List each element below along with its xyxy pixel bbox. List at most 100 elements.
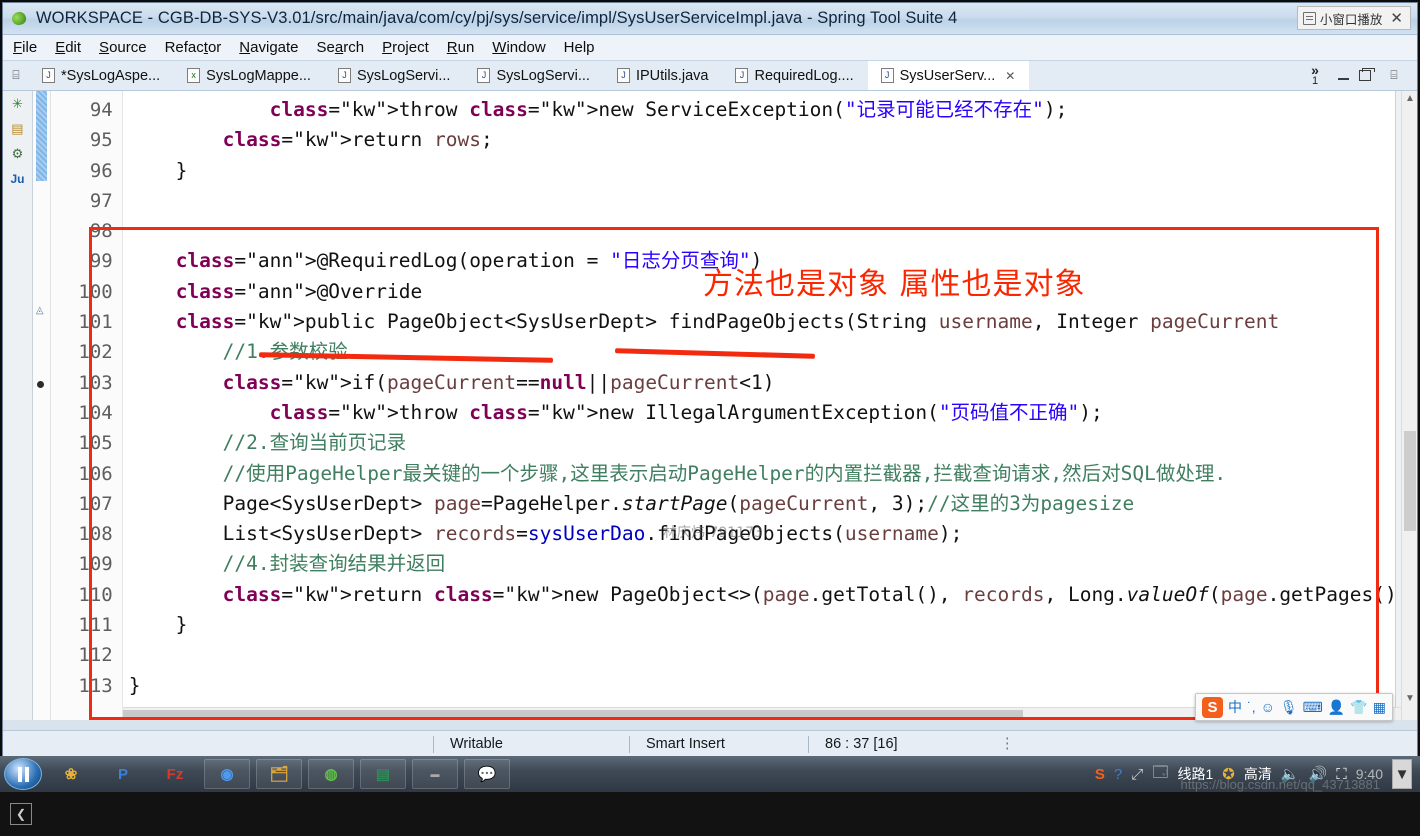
float-window-label: 小窗口播放 xyxy=(1319,12,1383,27)
taskbar-item-explorer[interactable]: 🗂 xyxy=(256,759,302,789)
taskbar-item-pycharm[interactable]: P xyxy=(100,759,146,789)
help-icon[interactable]: ? xyxy=(1114,766,1122,783)
maximize-icon[interactable] xyxy=(1359,68,1375,81)
tab-label: SysLogServi... xyxy=(356,67,451,84)
tab-overflow-button[interactable]: » 1 xyxy=(1302,61,1328,90)
tab-syslogmapper[interactable]: x SysLogMappe... xyxy=(174,61,325,90)
punctuation-icon[interactable]: ˙, xyxy=(1247,699,1256,715)
application-window: WORKSPACE - CGB-DB-SYS-V3.01/src/main/ja… xyxy=(2,2,1418,758)
vertical-scroll-thumb[interactable] xyxy=(1404,431,1416,531)
view-menu-icon[interactable]: ⌸ xyxy=(1381,68,1407,83)
taskbar-item-filezilla[interactable]: Fz xyxy=(152,759,198,789)
filter-icon[interactable]: ⚙ xyxy=(8,145,26,163)
line-number: 94 xyxy=(89,99,113,121)
emoji-icon[interactable]: ☺ xyxy=(1261,699,1275,715)
taskbar-item-app-colorful[interactable]: ❀ xyxy=(48,759,94,789)
tab-syslogserviceimpl[interactable]: J SysLogServi... xyxy=(464,61,604,90)
code-line: class="kw">return class="kw">new PageObj… xyxy=(222,582,1417,606)
code-line: } xyxy=(128,158,188,182)
line-number: 95 xyxy=(89,129,113,152)
fold-collapse-icon[interactable]: ◬ xyxy=(36,305,44,316)
expand-icon[interactable]: ⤢ xyxy=(1131,766,1143,783)
menu-item-search[interactable]: Search xyxy=(317,39,365,56)
line-number: 109 xyxy=(78,553,113,576)
annotation-ruler[interactable]: ◬ xyxy=(32,91,51,720)
scroll-down-icon[interactable]: ▼ xyxy=(1405,693,1415,704)
menu-item-run[interactable]: Run xyxy=(447,39,475,56)
line-number: 101 xyxy=(78,311,113,334)
editor-menu-icon[interactable]: ⌸ xyxy=(3,61,29,90)
java-file-icon: J xyxy=(337,68,351,83)
ime-toolbar[interactable]: S 中 ˙, ☺ 🎙 ⌨ 👤 👕 ▦ xyxy=(1195,693,1393,721)
menu-item-project[interactable]: Project xyxy=(382,39,429,56)
status-insert-mode: Smart Insert xyxy=(646,736,725,752)
tab-close-icon[interactable]: ✕ xyxy=(1005,69,1015,83)
screen-root: WORKSPACE - CGB-DB-SYS-V3.01/src/main/ja… xyxy=(0,0,1420,836)
code-line: //使用PageHelper最关键的一个步骤,这里表示启动PageHelper的… xyxy=(222,461,1227,485)
menu-item-refactor[interactable]: Refactor xyxy=(165,39,222,56)
sogou-icon[interactable]: S xyxy=(1095,766,1105,783)
line-number: 108 xyxy=(78,523,113,546)
windows-start-icon[interactable] xyxy=(4,758,42,790)
code-line: class="kw">throw class="kw">new ServiceE… xyxy=(269,98,1068,121)
search-match-marker xyxy=(35,91,47,181)
menu-item-navigate[interactable]: Navigate xyxy=(239,39,298,56)
line-number: 102 xyxy=(78,341,113,364)
menu-item-help[interactable]: Help xyxy=(564,39,595,56)
user-icon[interactable]: 👤 xyxy=(1328,699,1345,716)
video-player-frame: WORKSPACE - CGB-DB-SYS-V3.01/src/main/ja… xyxy=(0,0,1420,836)
tab-iputils[interactable]: J IPUtils.java xyxy=(604,61,723,90)
spring-leaf-icon xyxy=(11,10,28,27)
taskbar-item-tool[interactable]: ▬ xyxy=(412,759,458,789)
tab-syslogservice[interactable]: J SysLogServi... xyxy=(325,61,465,90)
menu-item-source[interactable]: Source xyxy=(99,39,147,56)
taskbar-item-chrome[interactable]: ◉ xyxy=(204,759,250,789)
menu-bar: File Edit Source Refactor Navigate Searc… xyxy=(3,35,1417,61)
keyboard-icon[interactable]: ⌨ xyxy=(1303,699,1323,716)
code-text-area[interactable]: class="kw">throw class="kw">new ServiceE… xyxy=(122,91,1417,720)
code-line: List<SysUserDept> records=sysUserDao.fin… xyxy=(128,522,963,546)
microphone-icon[interactable]: 🎙 xyxy=(1280,699,1298,716)
scroll-up-icon[interactable]: ▲ xyxy=(1405,93,1415,104)
line-number: 105 xyxy=(78,432,113,455)
tab-requiredlog[interactable]: J RequiredLog.... xyxy=(722,61,867,90)
status-caret-position: 86 : 37 [16] xyxy=(825,736,898,752)
vertical-scrollbar[interactable]: ▲ ▼ xyxy=(1401,91,1417,720)
sogou-icon[interactable]: S xyxy=(1202,696,1224,718)
line-number: 112 xyxy=(78,644,113,667)
ime-mode-label[interactable]: 中 xyxy=(1228,697,1242,717)
float-window-pill[interactable]: 小窗口播放 ✕ xyxy=(1296,6,1411,30)
outline-icon[interactable]: ✳ xyxy=(8,95,26,113)
skin-icon[interactable]: 👕 xyxy=(1350,699,1367,716)
tab-label: IPUtils.java xyxy=(635,67,709,84)
status-spacer xyxy=(3,731,433,757)
copy-icon[interactable]: ▤ xyxy=(8,120,26,138)
menu-item-edit[interactable]: Edit xyxy=(55,39,81,56)
taskbar-item-browser-green[interactable]: ◍ xyxy=(308,759,354,789)
red-annotation-text: 方法也是对象 属性也是对象 xyxy=(703,267,1086,302)
chevron-down-icon[interactable]: ▼ xyxy=(1392,759,1412,789)
taskbar-item-notes[interactable]: ▤ xyxy=(360,759,406,789)
close-icon[interactable]: ✕ xyxy=(1386,9,1407,27)
line-number: 111 xyxy=(78,614,113,637)
status-more-icon[interactable]: ⋮ xyxy=(984,731,1031,757)
horizontal-scroll-thumb[interactable] xyxy=(123,710,1023,719)
code-line: //2.查询当前页记录 xyxy=(222,431,407,455)
line-number: 97 xyxy=(89,189,113,212)
menu-item-window[interactable]: Window xyxy=(492,39,545,56)
line-number: 106 xyxy=(78,462,113,485)
minimize-icon[interactable] xyxy=(1338,71,1349,80)
menu-item-file[interactable]: File xyxy=(13,39,37,56)
tab-label: RequiredLog.... xyxy=(754,67,854,84)
junit-icon[interactable]: Ju xyxy=(8,170,26,188)
taskbar-item-wechat[interactable]: 💬 xyxy=(464,759,510,789)
window-title: WORKSPACE - CGB-DB-SYS-V3.01/src/main/ja… xyxy=(36,9,958,27)
apps-icon[interactable]: ▦ xyxy=(1373,699,1386,716)
tab-sysuserserviceimpl[interactable]: J SysUserServ... ✕ xyxy=(867,61,1030,90)
java-file-icon: J xyxy=(880,68,894,83)
status-bar: Writable Smart Insert 86 : 37 [16] ⋮ xyxy=(3,730,1417,757)
tab-syslogaspect[interactable]: J *SysLogAspe... xyxy=(29,61,174,90)
chevron-left-icon[interactable]: ❮ xyxy=(10,803,32,825)
